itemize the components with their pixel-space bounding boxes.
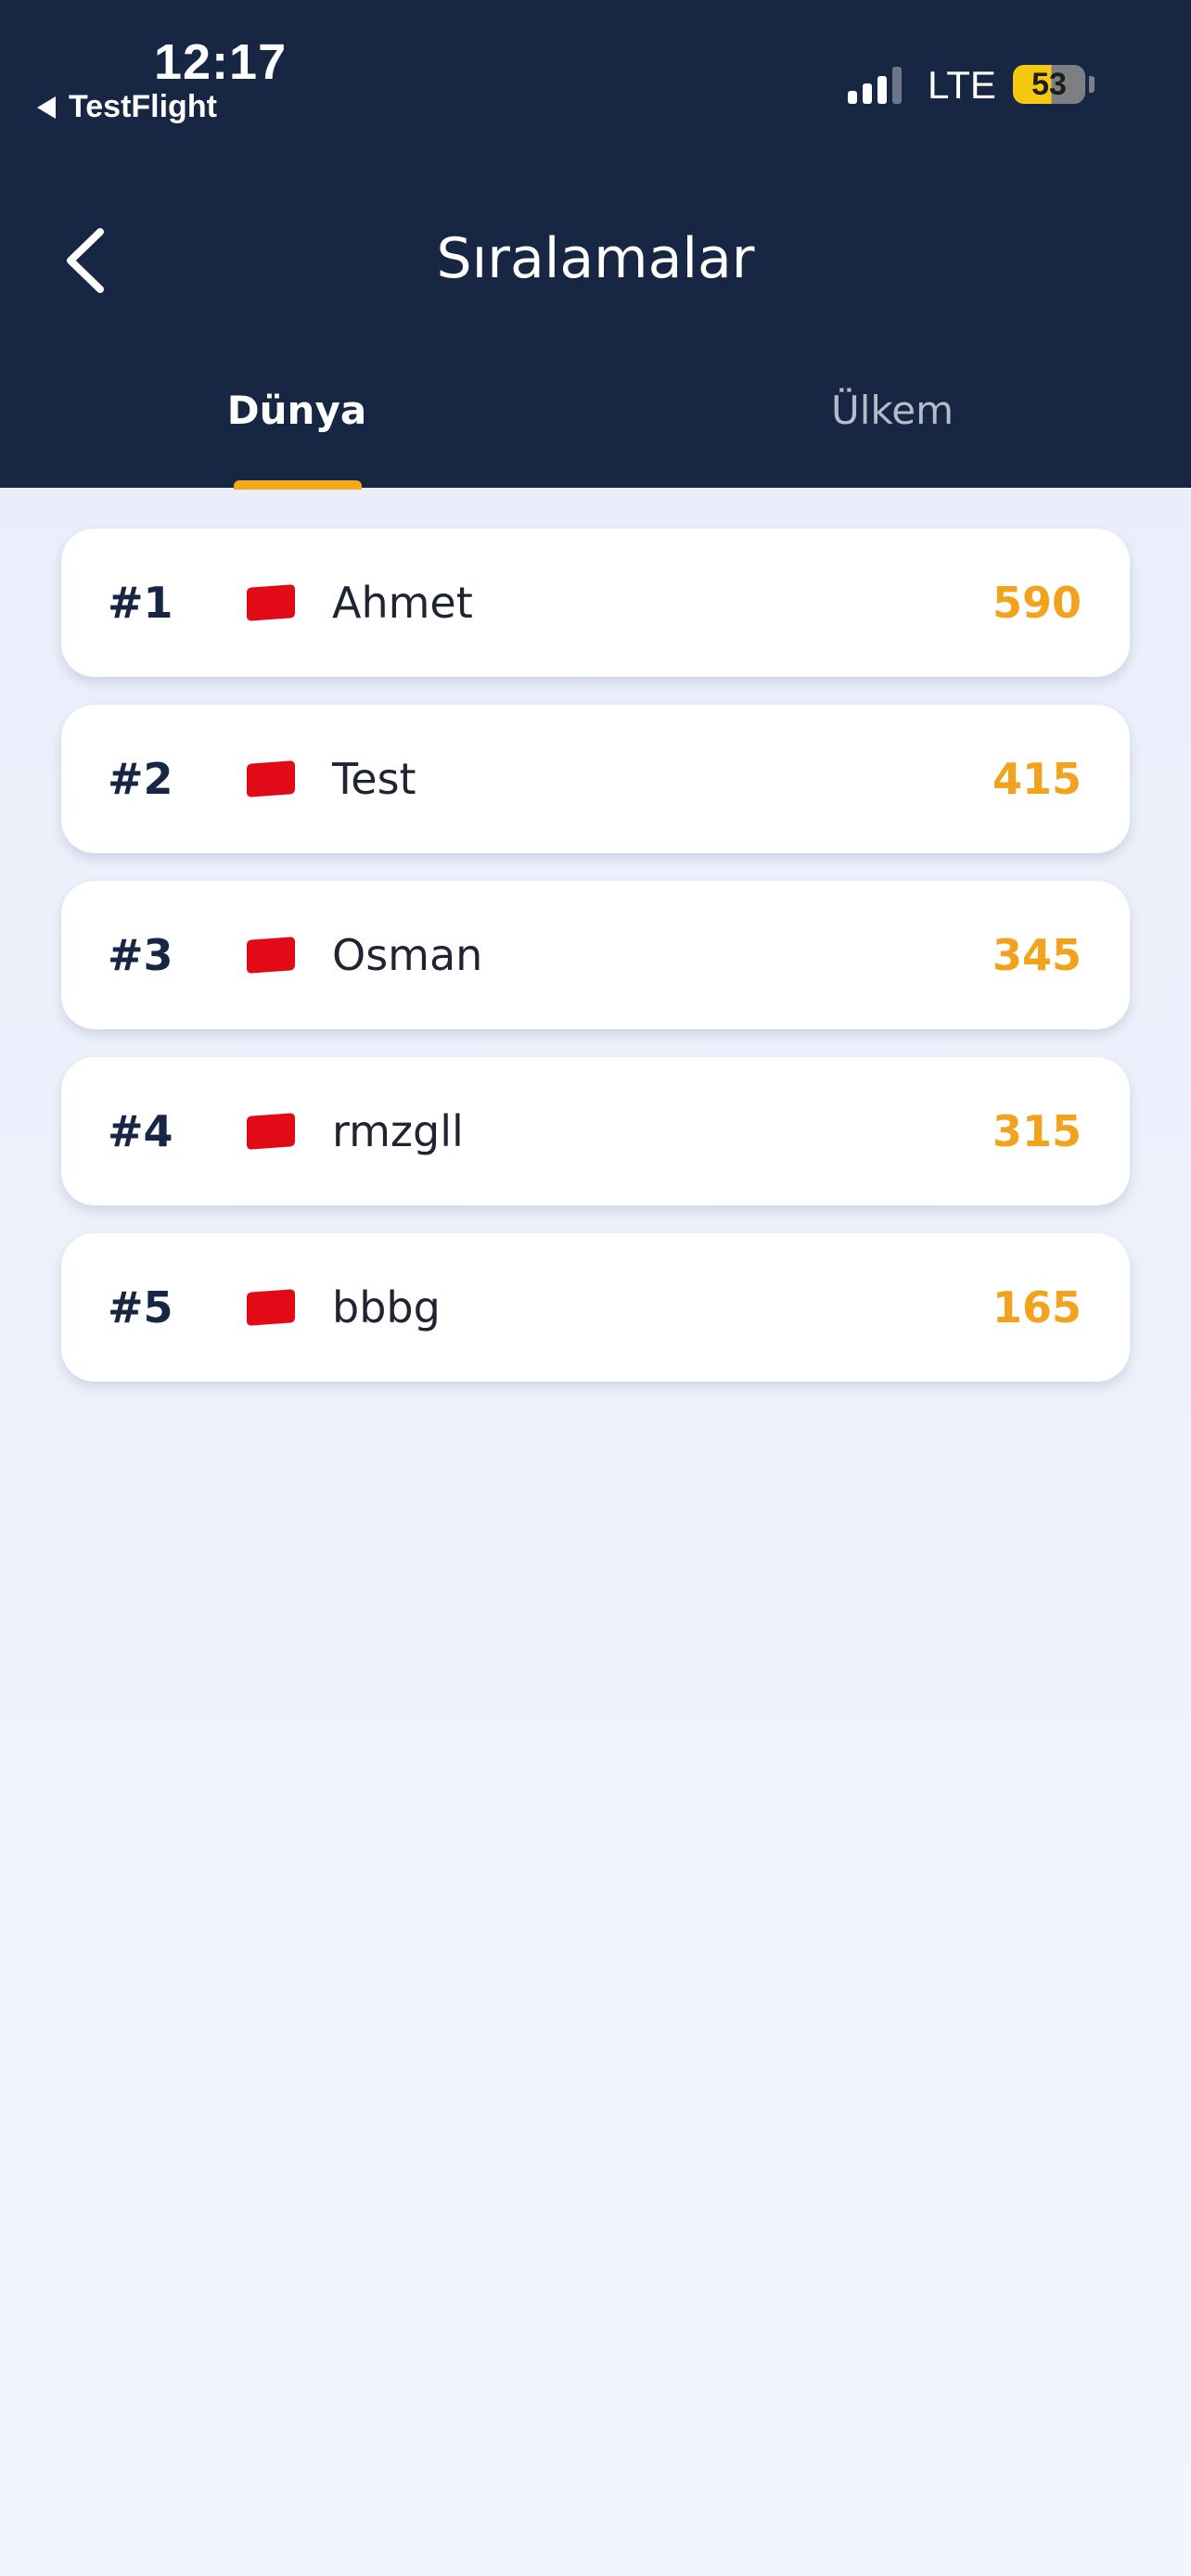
rank-label: #4 xyxy=(108,1106,173,1156)
status-time: 12:17 xyxy=(154,34,288,90)
tab-my-country[interactable]: Ülkem xyxy=(744,388,1041,433)
rank-label: #1 xyxy=(108,578,173,628)
leaderboard-row[interactable]: #2 Test 415 xyxy=(61,705,1130,853)
leaderboard-row[interactable]: #1 Ahmet 590 xyxy=(61,529,1130,677)
battery-tip xyxy=(1089,76,1095,93)
player-score: 345 xyxy=(992,930,1082,980)
back-to-app-link[interactable]: TestFlight xyxy=(37,89,217,125)
leaderboard-row[interactable]: #4 rmzgll 315 xyxy=(61,1057,1130,1205)
turkey-flag-icon xyxy=(247,1113,295,1150)
rank-label: #3 xyxy=(108,930,173,980)
turkey-flag-icon xyxy=(247,584,295,621)
rank-label: #5 xyxy=(108,1282,173,1333)
leaderboard-row[interactable]: #3 Osman 345 xyxy=(61,881,1130,1029)
player-score: 415 xyxy=(992,754,1082,804)
player-name: Osman xyxy=(332,930,483,980)
player-score: 165 xyxy=(992,1282,1082,1333)
turkey-flag-icon xyxy=(247,760,295,797)
player-name: bbbg xyxy=(332,1282,441,1333)
turkey-flag-icon xyxy=(247,937,295,974)
back-app-label: TestFlight xyxy=(69,89,217,124)
page-title: Sıralamalar xyxy=(436,226,755,291)
player-name: rmzgll xyxy=(332,1106,464,1156)
active-tab-indicator xyxy=(234,480,362,490)
tab-world[interactable]: Dünya xyxy=(148,388,445,433)
battery-icon: 53 xyxy=(1013,65,1085,104)
leaderboard-list: #1 Ahmet 590 #2 Test 415 #3 Osman 345 #4… xyxy=(61,529,1130,1409)
leaderboard-row[interactable]: #5 bbbg 165 xyxy=(61,1233,1130,1382)
player-score: 315 xyxy=(992,1106,1082,1156)
turkey-flag-icon xyxy=(247,1289,295,1326)
rank-label: #2 xyxy=(108,754,173,804)
player-name: Test xyxy=(332,754,416,804)
back-triangle-icon xyxy=(37,96,56,119)
app-header: 12:17 TestFlight LTE 53 Sıralamalar Düny… xyxy=(0,0,1191,490)
player-name: Ahmet xyxy=(332,578,473,628)
network-type: LTE xyxy=(928,63,996,107)
player-score: 590 xyxy=(992,578,1082,628)
cellular-signal-icon xyxy=(848,65,902,104)
